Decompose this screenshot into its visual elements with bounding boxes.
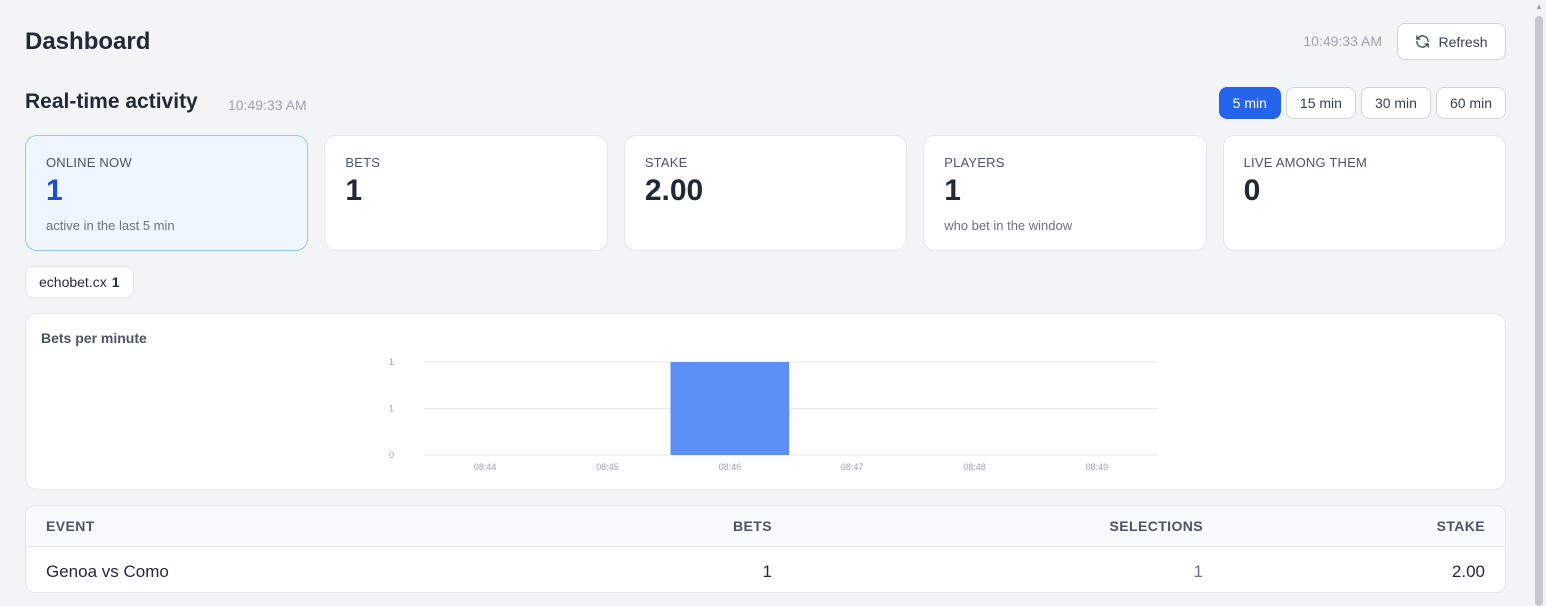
x-tick-label: 08:49 — [1086, 462, 1109, 472]
site-name: echobet.cx — [39, 274, 107, 290]
time-range-selector: 5 min 15 min 30 min 60 min — [1218, 87, 1506, 119]
y-tick-label: 1 — [389, 357, 394, 367]
events-table: EVENT BETS SELECTIONS STAKE Genoa vs Com… — [25, 505, 1506, 593]
x-tick-label: 08:46 — [719, 462, 742, 472]
x-tick-label: 08:48 — [963, 462, 986, 472]
range-15-min-button[interactable]: 15 min — [1285, 87, 1356, 119]
scrollbar-thumb[interactable] — [1535, 16, 1543, 606]
y-tick-label: 1 — [389, 404, 394, 414]
bets-card: BETS 1 — [324, 135, 608, 251]
table-header: EVENT BETS SELECTIONS STAKE — [26, 506, 1505, 547]
y-tick-label: 0 — [389, 450, 394, 460]
column-header-stake: STAKE — [1436, 518, 1485, 534]
stake-card: STAKE 2.00 — [623, 135, 908, 251]
page-header: Dashboard 10:49:33 AM Refresh — [25, 22, 1506, 60]
card-subtext: active in the last 5 min — [46, 218, 175, 233]
section-title: Real-time activity — [25, 90, 198, 113]
bar — [670, 362, 790, 455]
card-label: PLAYERS — [944, 155, 1005, 170]
bets-per-minute-chart: 1 1 0 08:44 08:45 08:46 08:47 08:48 08:49 — [389, 357, 1158, 472]
players-card: PLAYERS 1 who bet in the window — [923, 135, 1207, 251]
column-header-selections: SELECTIONS — [1109, 518, 1203, 534]
bets-per-minute-chart-card: Bets per minute 1 1 0 08:44 08:45 08:46 08:47 0… — [25, 313, 1506, 490]
column-header-event: EVENT — [46, 518, 95, 534]
section-timestamp: 10:49:33 AM — [228, 97, 307, 113]
refresh-label: Refresh — [1438, 33, 1488, 50]
vertical-scrollbar[interactable]: ▲ — [1532, 0, 1546, 606]
range-60-min-button[interactable]: 60 min — [1435, 87, 1506, 119]
card-value: 1 — [46, 174, 63, 207]
bets-cell: 1 — [762, 562, 772, 581]
live-among-them-card: LIVE AMONG THEM 0 — [1222, 135, 1507, 251]
card-label: LIVE AMONG THEM — [1243, 155, 1368, 170]
realtime-section-header: Real-time activity 10:49:33 AM 5 min 15 … — [25, 86, 1506, 120]
card-value: 0 — [1243, 174, 1261, 207]
card-subtext: who bet in the window — [944, 218, 1073, 233]
site-chip[interactable]: echobet.cx 1 — [25, 266, 134, 298]
card-value: 2.00 — [644, 174, 704, 207]
x-tick-label: 08:44 — [474, 462, 497, 472]
site-count: 1 — [111, 274, 120, 290]
selections-cell: 1 — [1193, 562, 1203, 581]
stake-cell: 2.00 — [1451, 562, 1485, 581]
range-30-min-button[interactable]: 30 min — [1360, 87, 1431, 119]
stat-cards: ONLINE NOW 1 active in the last 5 min BE… — [25, 135, 1507, 251]
header-timestamp: 10:49:33 AM — [1303, 33, 1382, 49]
scroll-up-arrow-icon[interactable]: ▲ — [1535, 3, 1543, 11]
card-label: BETS — [345, 155, 381, 170]
event-cell: Genoa vs Como — [46, 562, 169, 581]
card-value: 1 — [345, 174, 363, 207]
x-tick-label: 08:45 — [596, 462, 619, 472]
refresh-button[interactable]: Refresh — [1397, 23, 1506, 60]
x-tick-label: 08:47 — [841, 462, 864, 472]
card-value: 1 — [944, 174, 961, 207]
card-label: STAKE — [644, 155, 688, 170]
page-title: Dashboard — [25, 28, 151, 55]
column-header-bets: BETS — [733, 518, 772, 534]
refresh-icon — [1416, 35, 1430, 48]
card-label: ONLINE NOW — [46, 155, 132, 170]
dashboard-page: Dashboard 10:49:33 AM Refresh Real-time … — [25, 0, 1507, 606]
table-row[interactable]: Genoa vs Como 1 1 2.00 — [26, 547, 1505, 592]
online-now-card: ONLINE NOW 1 active in the last 5 min — [25, 135, 309, 251]
range-5-min-button[interactable]: 5 min — [1218, 87, 1281, 119]
